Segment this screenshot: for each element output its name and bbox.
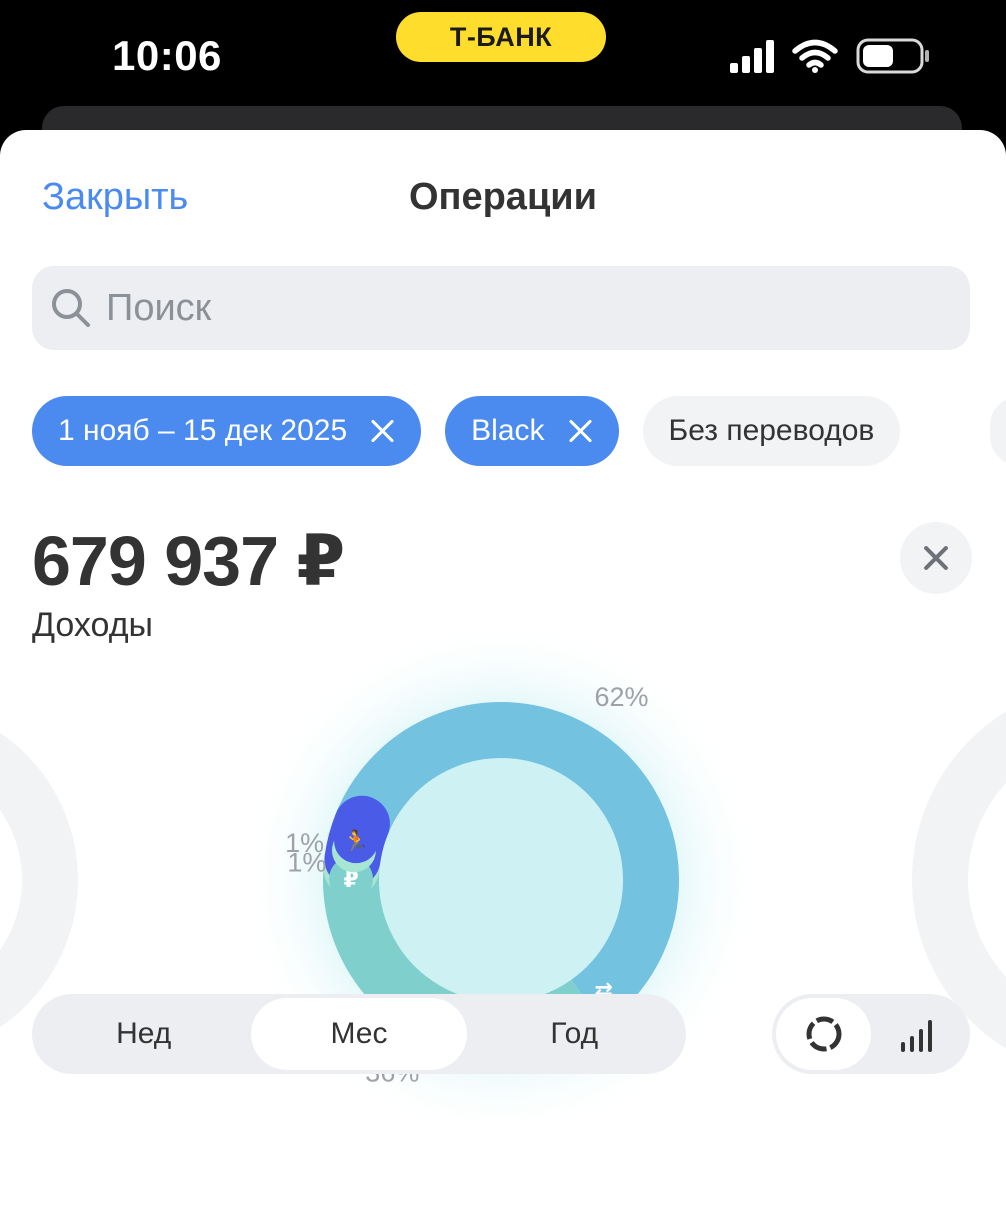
filter-chip-label: 1 нояб – 15 дек 2025	[58, 414, 348, 447]
status-icons	[730, 38, 930, 74]
filter-chip-label: Black	[471, 414, 545, 447]
filter-chip-more[interactable]	[990, 396, 1006, 466]
bar-chart-icon	[900, 1020, 932, 1052]
filter-chips: 1 нояб – 15 дек 2025 Black Без переводов	[32, 396, 901, 466]
status-time: 10:06	[112, 32, 222, 79]
filter-chip-card[interactable]: Black	[445, 396, 619, 466]
filter-chip-label: Без переводов	[668, 414, 875, 447]
donut-view-button[interactable]	[776, 998, 871, 1070]
search-icon	[52, 289, 90, 327]
filter-chip-period[interactable]: 1 нояб – 15 дек 2025	[32, 396, 422, 466]
period-tab-year[interactable]: Год	[467, 998, 682, 1070]
period-tab-month[interactable]: Мес	[251, 998, 467, 1070]
total-amount: 679 937 ₽	[32, 522, 345, 600]
period-selector: Нед Мес Год	[32, 994, 686, 1074]
close-icon[interactable]	[567, 418, 593, 444]
close-button[interactable]: Закрыть	[42, 176, 188, 219]
wifi-icon	[792, 39, 838, 73]
status-bar: 10:06 Т-БАНК	[0, 0, 1006, 110]
prev-chart-ghost	[0, 732, 78, 1028]
bank-badge: Т-БАНК	[396, 12, 606, 62]
slice-label-transfers: 62%	[594, 682, 648, 712]
period-tab-week[interactable]: Нед	[36, 998, 251, 1070]
runner-icon: 🏃	[334, 819, 379, 864]
search-input[interactable]	[106, 286, 926, 330]
cellular-signal-icon	[730, 39, 774, 73]
svg-text:🏃: 🏃	[342, 829, 369, 855]
filter-chip-no-transfers[interactable]: Без переводов	[642, 396, 901, 466]
bar-view-button[interactable]	[871, 998, 966, 1070]
search-bar[interactable]	[32, 266, 970, 350]
battery-icon	[856, 38, 929, 74]
donut-chart-icon	[806, 1016, 841, 1052]
close-icon[interactable]	[369, 418, 395, 444]
slice-label-cashback: 1%	[285, 828, 324, 858]
reset-filter-button[interactable]	[900, 522, 972, 594]
chart-view-toggle	[772, 994, 970, 1074]
